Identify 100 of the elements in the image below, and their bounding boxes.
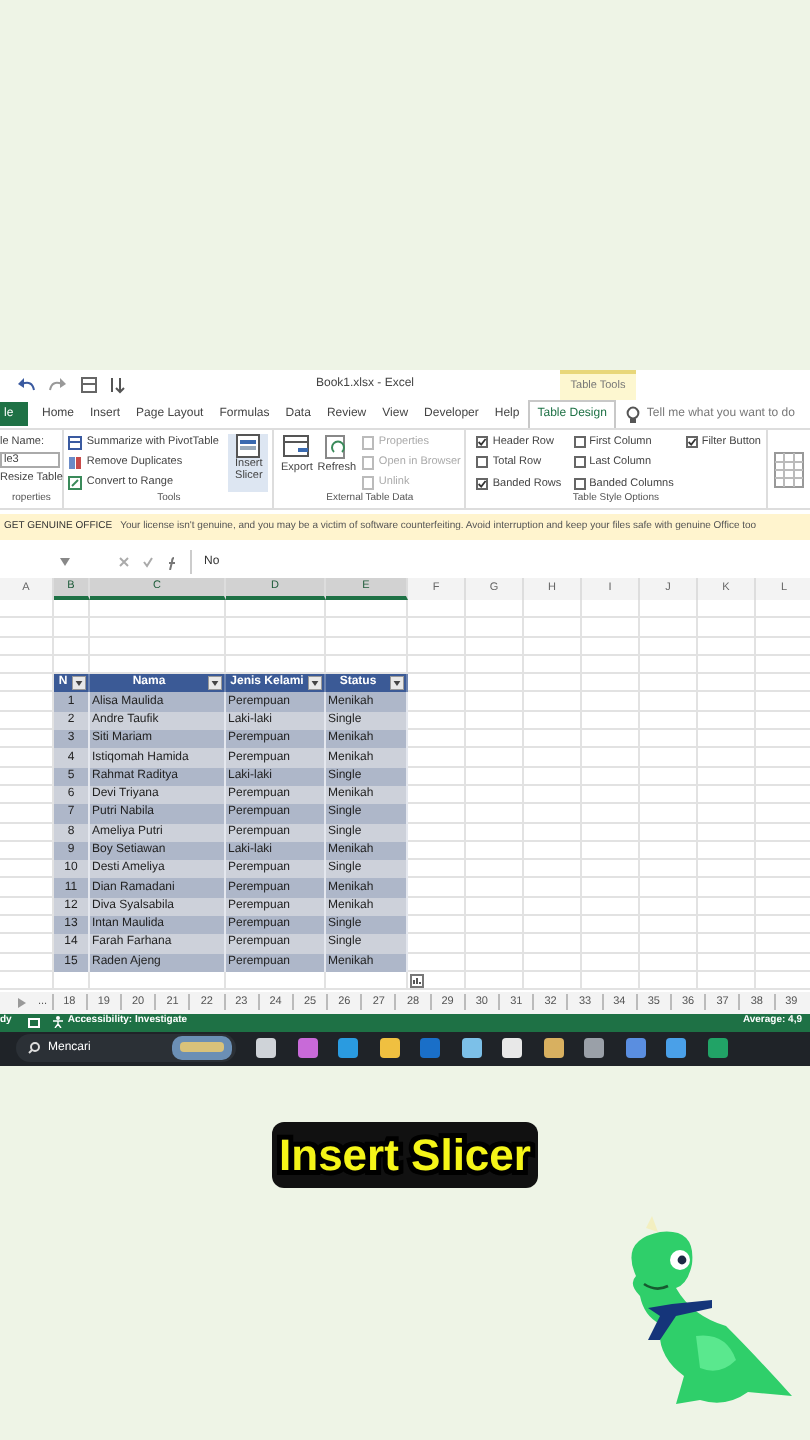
empty-cell[interactable] bbox=[466, 637, 524, 656]
empty-cell[interactable] bbox=[582, 600, 640, 619]
empty-cell[interactable] bbox=[582, 655, 640, 675]
empty-cell[interactable] bbox=[0, 600, 54, 619]
empty-cell[interactable] bbox=[524, 692, 582, 712]
checkbox[interactable] bbox=[476, 477, 489, 490]
empty-cell[interactable] bbox=[640, 767, 698, 786]
empty-cell[interactable] bbox=[582, 823, 640, 842]
empty-cell[interactable] bbox=[466, 841, 524, 861]
empty-cell[interactable] bbox=[226, 600, 326, 619]
empty-cell[interactable] bbox=[640, 823, 698, 842]
empty-cell[interactable] bbox=[524, 655, 582, 675]
empty-cell[interactable] bbox=[582, 637, 640, 656]
empty-cell[interactable] bbox=[524, 711, 582, 731]
empty-cell[interactable] bbox=[466, 618, 524, 638]
empty-cell[interactable] bbox=[524, 878, 582, 898]
empty-cell[interactable] bbox=[698, 785, 756, 805]
empty-cell[interactable] bbox=[698, 971, 756, 991]
empty-cell[interactable] bbox=[698, 674, 756, 693]
empty-cell[interactable] bbox=[698, 711, 756, 731]
empty-cell[interactable] bbox=[90, 600, 226, 619]
empty-cell[interactable] bbox=[90, 971, 226, 991]
empty-cell[interactable] bbox=[466, 971, 524, 991]
empty-cell[interactable] bbox=[640, 934, 698, 954]
empty-cell[interactable] bbox=[466, 711, 524, 731]
empty-cell[interactable] bbox=[698, 637, 756, 656]
empty-cell[interactable] bbox=[54, 971, 90, 991]
empty-cell[interactable] bbox=[582, 618, 640, 638]
empty-cell[interactable] bbox=[524, 934, 582, 954]
empty-cell[interactable] bbox=[0, 655, 54, 675]
empty-cell[interactable] bbox=[466, 897, 524, 917]
empty-cell[interactable] bbox=[698, 748, 756, 768]
empty-cell[interactable] bbox=[524, 860, 582, 879]
empty-cell[interactable] bbox=[640, 730, 698, 749]
empty-cell[interactable] bbox=[582, 692, 640, 712]
empty-cell[interactable] bbox=[698, 618, 756, 638]
empty-cell[interactable] bbox=[698, 730, 756, 749]
empty-cell[interactable] bbox=[698, 860, 756, 879]
checkbox[interactable] bbox=[476, 436, 489, 448]
empty-cell[interactable] bbox=[582, 878, 640, 898]
empty-cell[interactable] bbox=[524, 823, 582, 842]
empty-cell[interactable] bbox=[524, 637, 582, 656]
empty-cell[interactable] bbox=[640, 897, 698, 917]
empty-cell[interactable] bbox=[524, 674, 582, 693]
empty-cell[interactable] bbox=[640, 916, 698, 935]
empty-cell[interactable] bbox=[466, 674, 524, 693]
empty-cell[interactable] bbox=[524, 897, 582, 917]
empty-cell[interactable] bbox=[466, 600, 524, 619]
empty-cell[interactable] bbox=[524, 953, 582, 972]
empty-cell[interactable] bbox=[698, 692, 756, 712]
empty-cell[interactable] bbox=[582, 730, 640, 749]
empty-cell[interactable] bbox=[582, 711, 640, 731]
empty-cell[interactable] bbox=[226, 971, 326, 991]
empty-cell[interactable] bbox=[466, 730, 524, 749]
empty-cell[interactable] bbox=[408, 637, 466, 656]
empty-cell[interactable] bbox=[582, 748, 640, 768]
empty-cell[interactable] bbox=[524, 916, 582, 935]
empty-cell[interactable] bbox=[326, 600, 408, 619]
empty-cell[interactable] bbox=[582, 767, 640, 786]
empty-cell[interactable] bbox=[524, 767, 582, 786]
empty-cell[interactable] bbox=[582, 841, 640, 861]
empty-cell[interactable] bbox=[698, 934, 756, 954]
empty-cell[interactable] bbox=[640, 785, 698, 805]
empty-cell[interactable] bbox=[524, 971, 582, 991]
empty-cell[interactable] bbox=[326, 637, 408, 656]
empty-cell[interactable] bbox=[408, 600, 466, 619]
empty-cell[interactable] bbox=[226, 637, 326, 656]
empty-cell[interactable] bbox=[582, 916, 640, 935]
empty-cell[interactable] bbox=[640, 953, 698, 972]
empty-cell[interactable] bbox=[698, 655, 756, 675]
empty-cell[interactable] bbox=[0, 971, 54, 991]
empty-cell[interactable] bbox=[640, 655, 698, 675]
empty-cell[interactable] bbox=[640, 637, 698, 656]
empty-cell[interactable] bbox=[582, 804, 640, 824]
empty-cell[interactable] bbox=[524, 730, 582, 749]
empty-cell[interactable] bbox=[408, 618, 466, 638]
empty-cell[interactable] bbox=[54, 600, 90, 619]
empty-cell[interactable] bbox=[582, 674, 640, 693]
empty-cell[interactable] bbox=[640, 692, 698, 712]
empty-cell[interactable] bbox=[466, 953, 524, 972]
empty-cell[interactable] bbox=[582, 785, 640, 805]
empty-cell[interactable] bbox=[640, 674, 698, 693]
grid-cell[interactable] bbox=[408, 971, 466, 991]
empty-cell[interactable] bbox=[698, 897, 756, 917]
empty-cell[interactable] bbox=[524, 804, 582, 824]
empty-cell[interactable] bbox=[466, 655, 524, 675]
empty-cell[interactable] bbox=[90, 637, 226, 656]
empty-cell[interactable] bbox=[54, 637, 90, 656]
empty-cell[interactable] bbox=[582, 897, 640, 917]
empty-cell[interactable] bbox=[466, 916, 524, 935]
empty-cell[interactable] bbox=[698, 823, 756, 842]
empty-cell[interactable] bbox=[466, 878, 524, 898]
empty-cell[interactable] bbox=[698, 953, 756, 972]
empty-cell[interactable] bbox=[466, 748, 524, 768]
empty-cell[interactable] bbox=[524, 841, 582, 861]
filter-dropdown-button[interactable] bbox=[72, 676, 86, 691]
empty-cell[interactable] bbox=[698, 878, 756, 898]
empty-cell[interactable] bbox=[466, 934, 524, 954]
empty-cell[interactable] bbox=[640, 841, 698, 861]
checkbox[interactable] bbox=[476, 456, 489, 469]
